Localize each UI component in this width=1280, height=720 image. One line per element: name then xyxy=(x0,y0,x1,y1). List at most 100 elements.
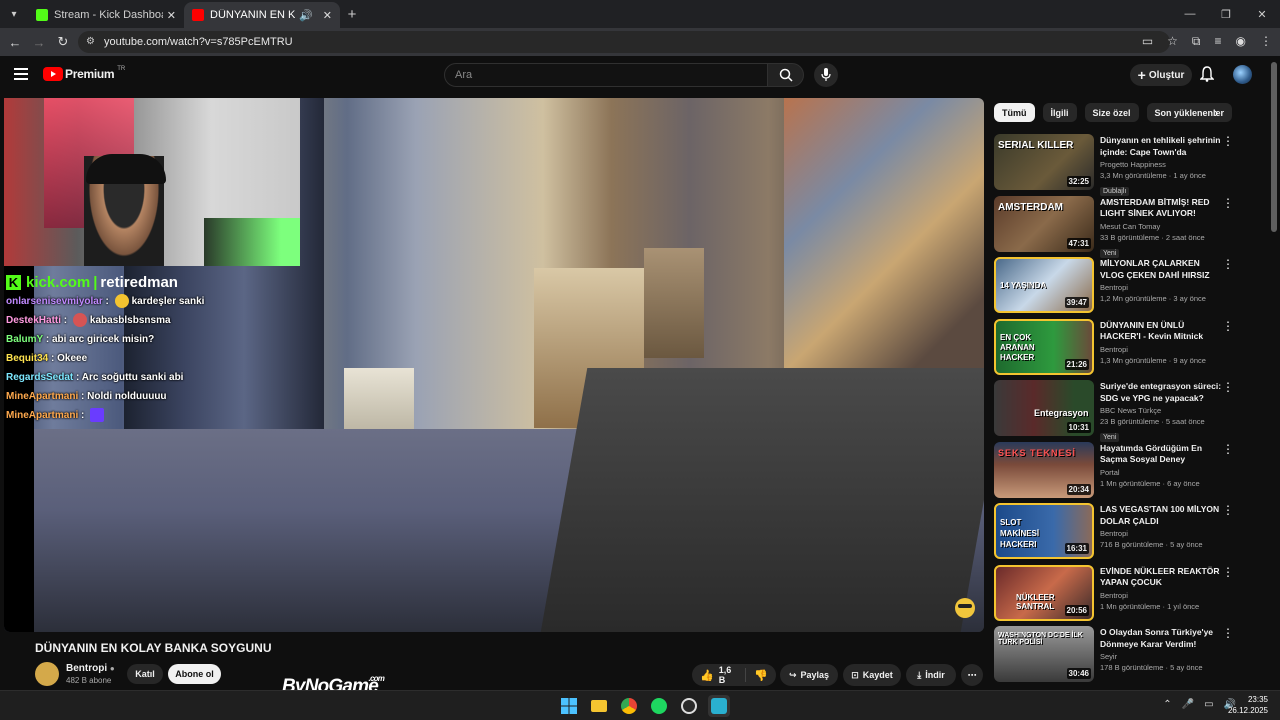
kebab-menu-icon[interactable]: ⋮ xyxy=(1222,258,1234,270)
chat-username: Bequit34 xyxy=(6,353,49,364)
video-thumbnail[interactable]: Entegrasyon 10:31 xyxy=(994,380,1094,436)
rec-meta: 23 B görüntüleme · 5 saat önce xyxy=(1100,417,1205,426)
chip-recent[interactable]: Son yüklenenler xyxy=(1146,103,1233,122)
recommendation-item[interactable]: SERIAL KILLER 32:25 Dünyanın en tehlikeli… xyxy=(994,134,1246,196)
recommendation-item[interactable]: 14 YAŞINDA 39:47 MİLYONLAR ÇALARKEN VLOG … xyxy=(994,257,1246,319)
like-button[interactable]: 👍 1,6 B xyxy=(692,665,747,685)
save-button[interactable]: ⊡ Kaydet xyxy=(843,664,901,686)
recommendation-item[interactable]: EN ÇOK ARANAN HACKER 21:26 DÜNYANIN EN ÜN… xyxy=(994,318,1246,381)
rec-age: 5 ay önce xyxy=(1170,540,1203,549)
rec-title: O Olaydan Sonra Türkiye'ye Dönmeye Karar… xyxy=(1100,627,1214,649)
country-code: TR xyxy=(117,66,126,72)
chrome-icon[interactable] xyxy=(618,695,640,717)
voice-search-button[interactable] xyxy=(814,63,838,87)
kebab-menu-icon[interactable]: ⋮ xyxy=(1222,320,1234,332)
extensions-icon[interactable]: ⧉ xyxy=(1192,34,1201,49)
tab-kick-dashboard[interactable]: Stream - Kick Dashboard ✕ xyxy=(28,2,184,28)
video-thumbnail[interactable]: NÜKLEER SANTRAL 20:56 xyxy=(994,564,1094,621)
video-thumbnail[interactable]: AMSTERDAM 47:31 xyxy=(994,195,1094,252)
thumbs-up-icon: 👍 xyxy=(700,669,714,682)
notifications-bell-icon[interactable] xyxy=(1199,66,1215,87)
windows-start-icon[interactable] xyxy=(558,695,580,717)
video-thumbnail[interactable]: SLOT MAKİNESİ HACKERI 16:31 xyxy=(994,503,1094,559)
spotify-icon[interactable] xyxy=(648,695,670,717)
tab-search-icon[interactable]: ▾ xyxy=(0,0,28,28)
channel-avatar[interactable] xyxy=(35,662,59,686)
obs-icon[interactable] xyxy=(678,695,700,717)
back-icon[interactable]: ← xyxy=(3,35,27,50)
system-clock[interactable]: 23:35 26.12.2025 xyxy=(1228,694,1268,716)
rec-meta: 3,3 Mn görüntüleme · 1 ay önce xyxy=(1100,171,1206,180)
download-button[interactable]: ⤓ İndir xyxy=(906,664,956,686)
chat-username: MineApartmani xyxy=(6,391,79,402)
rec-meta: 1 Mn görüntüleme · 1 yıl önce xyxy=(1100,601,1200,611)
account-avatar[interactable] xyxy=(1233,65,1252,84)
subscribe-button[interactable]: Abone ol xyxy=(168,664,221,684)
audio-icon[interactable]: 🔊 xyxy=(299,9,313,22)
search-input[interactable]: Ara xyxy=(444,63,768,87)
youtube-logo[interactable]: Premium TR xyxy=(43,66,126,81)
video-thumbnail[interactable]: SERIAL KILLER 32:25 xyxy=(994,134,1094,190)
tab-youtube-video[interactable]: DÜNYANIN EN KOLAY BANK 🔊 ✕ xyxy=(184,2,340,28)
close-tab-icon[interactable]: ✕ xyxy=(323,9,332,22)
new-tab-button[interactable]: + xyxy=(340,6,364,23)
sunglasses-emoji-icon xyxy=(955,598,975,618)
video-thumbnail[interactable]: 14 YAŞINDA 39:47 xyxy=(994,257,1094,313)
chat-message: onlarsenisevmiyolar : kardeşler sanki xyxy=(6,292,306,311)
recommendation-item[interactable]: SLOT MAKİNESİ HACKERI 16:31 LAS VEGAS'TAN… xyxy=(994,503,1246,565)
more-actions-button[interactable]: ⋯ xyxy=(961,664,983,686)
kebab-menu-icon[interactable]: ⋮ xyxy=(1222,627,1234,639)
dislike-button[interactable]: 👎 xyxy=(746,669,776,682)
join-button[interactable]: Katıl xyxy=(127,664,163,684)
minimize-icon[interactable]: — xyxy=(1172,0,1208,28)
kebab-menu-icon[interactable]: ⋮ xyxy=(1222,381,1234,393)
recommendation-item[interactable]: NÜKLEER SANTRAL 20:56 EVİNDE NÜKLEER REAK… xyxy=(994,564,1246,627)
kebab-menu-icon[interactable]: ⋮ xyxy=(1222,197,1234,209)
kebab-menu-icon[interactable]: ⋮ xyxy=(1222,443,1234,455)
kebab-menu-icon[interactable]: ⋮ xyxy=(1222,566,1234,578)
download-label: İndir xyxy=(925,670,945,680)
video-thumbnail[interactable]: SEKS TEKNESİ 20:34 xyxy=(994,441,1094,498)
thumbnail-text: WASHINGTON DC'DE İLK TÜRK POLİSİ xyxy=(998,632,1083,646)
file-explorer-icon[interactable] xyxy=(588,695,610,717)
address-bar[interactable]: ⚙ youtube.com/watch?v=s785PcEMTRU xyxy=(78,31,1170,53)
channel-name[interactable]: Bentropi ● xyxy=(66,663,115,674)
app-icon[interactable] xyxy=(708,695,730,717)
chip-for-you[interactable]: Size özel xyxy=(1084,103,1139,122)
chevron-up-icon[interactable]: ⌃ xyxy=(1163,699,1171,710)
menu-icon[interactable]: ⋮ xyxy=(1260,34,1272,49)
profile-icon[interactable]: ◉ xyxy=(1236,34,1246,49)
recommendation-item[interactable]: AMSTERDAM 47:31 AMSTERDAM BİTMİŞ! RED LIG… xyxy=(994,195,1246,258)
video-thumbnail[interactable]: WASHINGTON DC'DE İLK TÜRK POLİSİ 30:46 xyxy=(994,626,1094,682)
recommendation-item[interactable]: WASHINGTON DC'DE İLK TÜRK POLİSİ 30:46 O … xyxy=(994,626,1246,688)
create-button[interactable]: + Oluştur xyxy=(1130,64,1192,86)
kebab-menu-icon[interactable]: ⋮ xyxy=(1222,504,1234,516)
chip-related[interactable]: İlgili xyxy=(1042,103,1077,122)
site-info-icon[interactable]: ⚙ xyxy=(86,36,98,48)
video-thumbnail[interactable]: EN ÇOK ARANAN HACKER 21:26 xyxy=(994,318,1094,375)
page-scrollbar[interactable] xyxy=(1271,62,1277,232)
reload-icon[interactable]: ↻ xyxy=(51,34,75,50)
cast-icon[interactable]: ▭ xyxy=(1142,34,1153,49)
chip-all[interactable]: Tümü xyxy=(994,103,1035,122)
recommendation-item[interactable]: SEKS TEKNESİ 20:34 Hayatımda Gördüğüm En … xyxy=(994,441,1246,504)
rec-channel: Seyir xyxy=(1100,652,1118,661)
filter-chips: Tümü İlgili Size özel Son yüklenenler xyxy=(994,103,1233,122)
like-dislike-group: 👍 1,6 B 👎 xyxy=(692,664,776,686)
reading-list-icon[interactable]: ≡ xyxy=(1215,34,1222,49)
rec-title: Dünyanın en tehlikeli şehrinin içinde: C… xyxy=(1100,135,1221,157)
search-button[interactable] xyxy=(767,63,804,87)
display-icon[interactable]: ▭ xyxy=(1204,699,1213,710)
close-tab-icon[interactable]: ✕ xyxy=(167,9,176,22)
bookmark-star-icon[interactable]: ☆ xyxy=(1167,34,1178,49)
maximize-icon[interactable]: ❐ xyxy=(1208,0,1244,28)
rec-meta: 1,2 Mn görüntüleme · 3 ay önce xyxy=(1100,294,1206,303)
hamburger-menu-icon[interactable] xyxy=(14,68,28,83)
share-button[interactable]: ↪ Paylaş xyxy=(780,664,838,686)
microphone-icon[interactable]: 🎤 xyxy=(1182,699,1194,710)
recommendation-item[interactable]: Entegrasyon 10:31 Suriye'de entegrasyon s… xyxy=(994,380,1246,442)
chevron-right-icon[interactable]: › xyxy=(1214,105,1218,120)
forward-icon[interactable]: → xyxy=(27,35,51,50)
close-window-icon[interactable]: ✕ xyxy=(1244,0,1280,28)
kebab-menu-icon[interactable]: ⋮ xyxy=(1222,135,1234,147)
